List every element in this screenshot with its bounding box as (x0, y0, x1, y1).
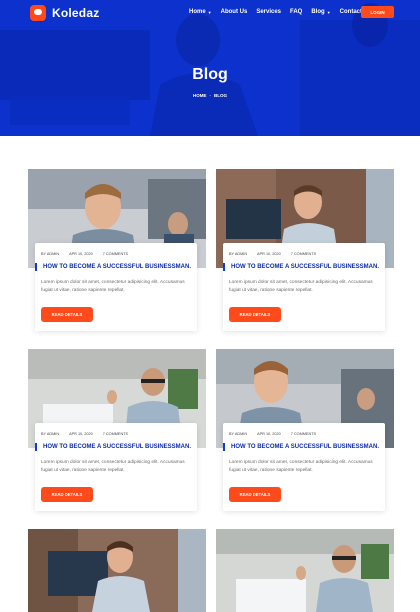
post-card-body: BY ADMIN APR 10, 2020 7 COMMENTS HOW TO … (35, 243, 197, 331)
menu-item-home[interactable]: Home ▼ (189, 9, 212, 15)
post-date: APR 10, 2020 (69, 432, 93, 436)
menu-item-about[interactable]: About Us (221, 9, 248, 15)
menu-item-label: Blog (311, 9, 325, 15)
login-button[interactable]: LOGIN (361, 6, 394, 18)
menu-item-label: About Us (220, 9, 248, 15)
post-excerpt: Lorem ipsum dolor sit amet, consectetur … (41, 280, 185, 293)
post-comments[interactable]: 7 COMMENTS (103, 252, 128, 256)
post-comments[interactable]: 7 COMMENTS (103, 432, 128, 436)
post-excerpt: Lorem ipsum dolor sit amet, consectetur … (41, 460, 185, 473)
caret-down-icon: ▼ (207, 9, 212, 15)
post-date: APR 10, 2020 (257, 252, 281, 256)
read-details-button[interactable]: READ DETAILS (41, 487, 93, 502)
post-title[interactable]: HOW TO BECOME A SUCCESSFUL BUSINESSMAN. (35, 263, 195, 271)
post-thumbnail[interactable] (28, 529, 206, 612)
post-comments[interactable]: 7 COMMENTS (291, 432, 316, 436)
breadcrumb: HOME · BLOG (0, 93, 420, 98)
post-author[interactable]: BY ADMIN (229, 252, 247, 256)
menu-item-label: Contact (339, 9, 363, 15)
menu-item-label: Home (189, 9, 206, 15)
post-excerpt: Lorem ipsum dolor sit amet, consectetur … (229, 460, 373, 473)
logo-text: Koledaz (52, 6, 100, 20)
post-card-body: BY ADMIN APR 10, 2020 7 COMMENTS HOW TO … (223, 243, 385, 331)
post-author[interactable]: BY ADMIN (41, 252, 59, 256)
main-menu: Home ▼ About Us Services FAQ Blog ▼ Cont… (189, 9, 371, 15)
menu-item-faq[interactable]: FAQ (290, 9, 302, 15)
post-title[interactable]: HOW TO BECOME A SUCCESSFUL BUSINESSMAN. (223, 263, 383, 271)
top-navbar: Koledaz Home ▼ About Us Services FAQ Blo… (0, 0, 420, 26)
breadcrumb-current: BLOG (214, 93, 227, 98)
post-card-body: BY ADMIN APR 10, 2020 7 COMMENTS HOW TO … (223, 423, 385, 511)
post-card-body: BY ADMIN APR 10, 2020 7 COMMENTS HOW TO … (35, 423, 197, 511)
breadcrumb-separator: · (209, 93, 212, 98)
menu-item-label: FAQ (290, 9, 303, 15)
menu-item-label: Services (256, 9, 282, 15)
post-meta: BY ADMIN APR 10, 2020 7 COMMENTS (41, 432, 128, 436)
post-comments[interactable]: 7 COMMENTS (291, 252, 316, 256)
post-date: APR 10, 2020 (257, 432, 281, 436)
post-meta: BY ADMIN APR 10, 2020 7 COMMENTS (41, 252, 128, 256)
read-details-button[interactable]: READ DETAILS (229, 487, 281, 502)
post-excerpt: Lorem ipsum dolor sit amet, consectetur … (229, 280, 373, 293)
post-title[interactable]: HOW TO BECOME A SUCCESSFUL BUSINESSMAN. (35, 443, 195, 451)
post-meta: BY ADMIN APR 10, 2020 7 COMMENTS (229, 252, 316, 256)
post-thumbnail[interactable] (216, 529, 394, 612)
hero-banner: Koledaz Home ▼ About Us Services FAQ Blo… (0, 0, 420, 136)
post-author[interactable]: BY ADMIN (229, 432, 247, 436)
breadcrumb-home[interactable]: HOME (193, 93, 207, 98)
post-meta: BY ADMIN APR 10, 2020 7 COMMENTS (229, 432, 316, 436)
post-date: APR 10, 2020 (69, 252, 93, 256)
page-title: Blog (192, 66, 228, 83)
logo[interactable]: Koledaz (30, 5, 99, 21)
chat-bubble-icon (30, 5, 46, 21)
read-details-button[interactable]: READ DETAILS (41, 307, 93, 322)
menu-item-contact[interactable]: Contact (340, 9, 362, 15)
post-title[interactable]: HOW TO BECOME A SUCCESSFUL BUSINESSMAN. (223, 443, 383, 451)
menu-item-services[interactable]: Services (256, 9, 281, 15)
post-author[interactable]: BY ADMIN (41, 432, 59, 436)
read-details-button[interactable]: READ DETAILS (229, 307, 281, 322)
caret-down-icon: ▼ (326, 9, 331, 15)
menu-item-blog[interactable]: Blog ▼ (311, 9, 330, 15)
